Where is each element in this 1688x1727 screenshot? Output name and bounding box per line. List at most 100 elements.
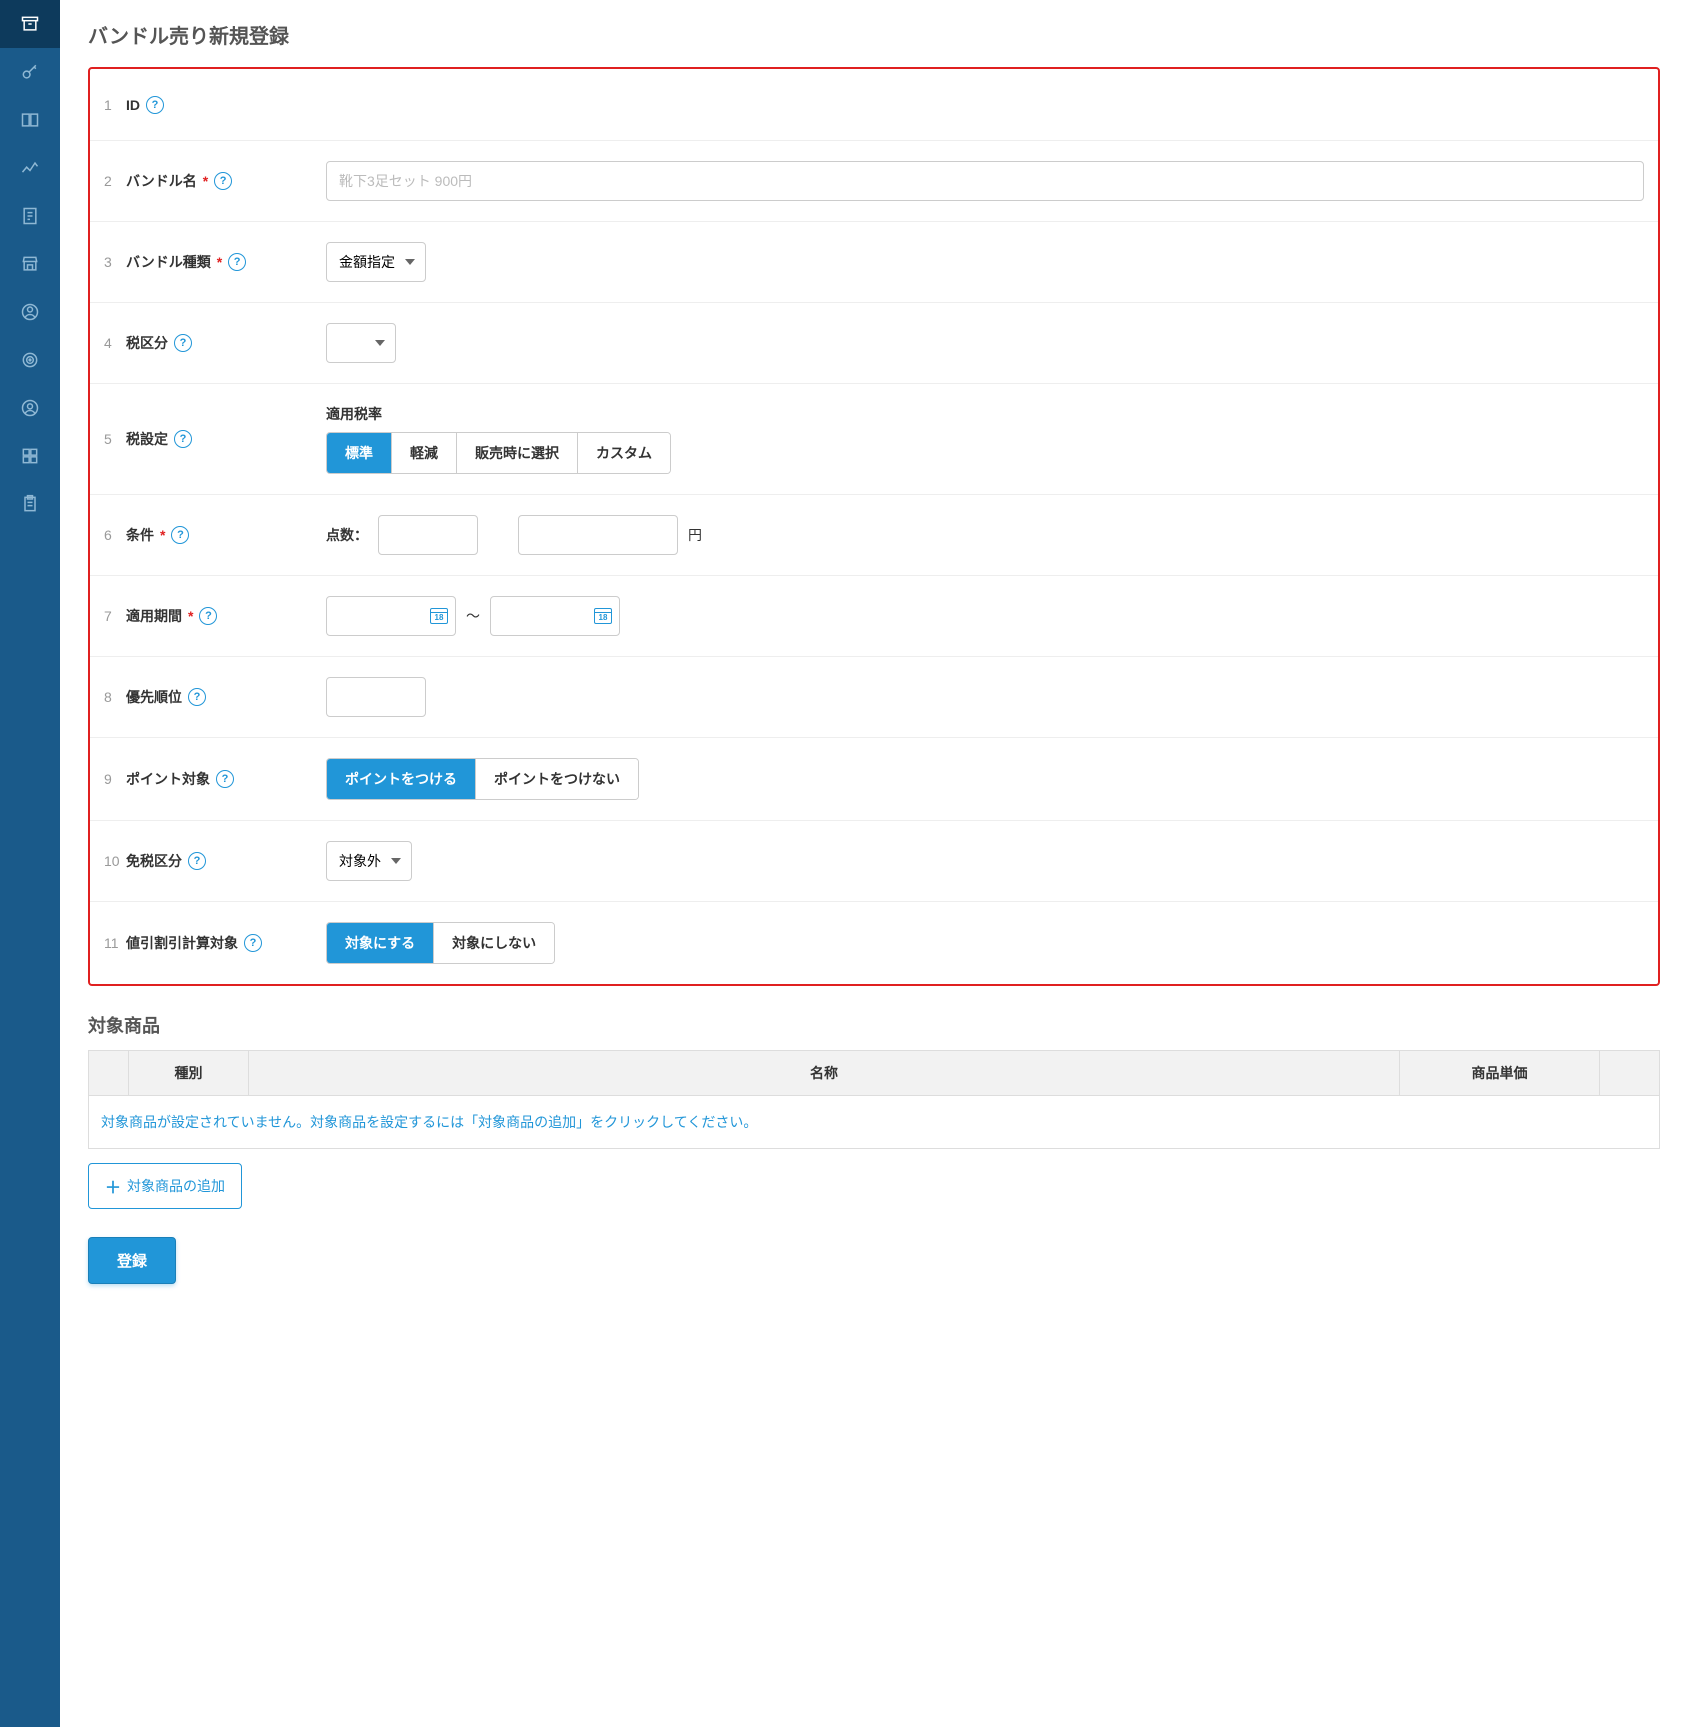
row-label: ID ? xyxy=(126,96,326,114)
row-label: 税設定 ? xyxy=(126,429,326,449)
row-condition: 6 条件* ? 点数： 円 xyxy=(90,495,1658,576)
nav-user[interactable] xyxy=(0,288,60,336)
main-content: バンドル売り新規登録 1 ID ? 2 バンドル名* ? xyxy=(60,0,1688,1727)
products-table: 種別 名称 商品単価 xyxy=(88,1050,1660,1096)
tax-custom-button[interactable]: カスタム xyxy=(578,433,670,473)
priority-input[interactable] xyxy=(326,677,426,717)
row-num: 6 xyxy=(104,527,126,543)
help-icon[interactable]: ? xyxy=(228,253,246,271)
period-end-input[interactable] xyxy=(490,596,620,636)
count-label: 点数： xyxy=(326,525,368,545)
nav-target[interactable] xyxy=(0,336,60,384)
row-input: 適用税率 標準 軽減 販売時に選択 カスタム xyxy=(326,404,1644,474)
label-text: 税設定 xyxy=(126,429,168,449)
nav-store[interactable] xyxy=(0,240,60,288)
row-input: 対象にする 対象にしない xyxy=(326,922,1644,964)
required-mark: * xyxy=(188,608,193,624)
nav-book[interactable] xyxy=(0,96,60,144)
row-num: 7 xyxy=(104,608,126,624)
row-bundle-type: 3 バンドル種類* ? 金額指定 xyxy=(90,222,1658,303)
bundle-name-input[interactable] xyxy=(326,161,1644,201)
condition-count-input[interactable] xyxy=(378,515,478,555)
discount-no-button[interactable]: 対象にしない xyxy=(434,923,554,963)
row-label: 値引割引計算対象 ? xyxy=(126,933,326,953)
help-icon[interactable]: ? xyxy=(171,526,189,544)
form-container: 1 ID ? 2 バンドル名* ? 3 xyxy=(88,67,1660,986)
col-type: 種別 xyxy=(129,1051,249,1096)
required-mark: * xyxy=(160,527,165,543)
taxfree-select[interactable]: 対象外 xyxy=(326,841,412,881)
row-input: 点数： 円 xyxy=(326,515,1644,555)
nav-key[interactable] xyxy=(0,48,60,96)
col-action xyxy=(1600,1051,1660,1096)
row-tax-category: 4 税区分 ? xyxy=(90,303,1658,384)
nav-account[interactable] xyxy=(0,384,60,432)
discount-yes-button[interactable]: 対象にする xyxy=(327,923,434,963)
row-period: 7 適用期間 * ? 18 〜 18 xyxy=(90,576,1658,657)
label-text: ポイント対象 xyxy=(126,769,210,789)
row-label: 税区分 ? xyxy=(126,333,326,353)
label-text: ID xyxy=(126,97,140,113)
row-input: ポイントをつける ポイントをつけない xyxy=(326,758,1644,800)
row-bundle-name: 2 バンドル名* ? xyxy=(90,141,1658,222)
help-icon[interactable]: ? xyxy=(199,607,217,625)
row-input: 18 〜 18 xyxy=(326,596,1644,636)
nav-receipt[interactable] xyxy=(0,192,60,240)
row-point: 9 ポイント対象 ? ポイントをつける ポイントをつけない xyxy=(90,738,1658,821)
condition-price-input[interactable] xyxy=(518,515,678,555)
row-num: 4 xyxy=(104,335,126,351)
help-icon[interactable]: ? xyxy=(244,934,262,952)
tax-standard-button[interactable]: 標準 xyxy=(327,433,392,473)
row-input: 金額指定 xyxy=(326,242,1644,282)
point-no-button[interactable]: ポイントをつけない xyxy=(476,759,638,799)
row-label: ポイント対象 ? xyxy=(126,769,326,789)
label-text: 優先順位 xyxy=(126,687,182,707)
help-icon[interactable]: ? xyxy=(188,688,206,706)
products-empty-message: 対象商品が設定されていません。対象商品を設定するには「対象商品の追加」をクリック… xyxy=(88,1096,1660,1149)
yen-label: 円 xyxy=(688,525,702,545)
nav-archive[interactable] xyxy=(0,0,60,48)
nav-analytics[interactable] xyxy=(0,144,60,192)
row-label: バンドル名* ? xyxy=(126,171,326,191)
period-start-input[interactable] xyxy=(326,596,456,636)
row-num: 9 xyxy=(104,771,126,787)
label-text: 税区分 xyxy=(126,333,168,353)
plus-icon: ＋ xyxy=(105,1174,121,1198)
tax-category-select[interactable] xyxy=(326,323,396,363)
help-icon[interactable]: ? xyxy=(146,96,164,114)
row-num: 10 xyxy=(104,853,126,869)
row-num: 1 xyxy=(104,97,126,113)
products-section-title: 対象商品 xyxy=(88,1012,1660,1038)
help-icon[interactable]: ? xyxy=(174,334,192,352)
row-input xyxy=(326,323,1644,363)
row-priority: 8 優先順位 ? xyxy=(90,657,1658,738)
label-text: バンドル種類 xyxy=(126,252,211,272)
add-product-button[interactable]: ＋ 対象商品の追加 xyxy=(88,1163,242,1209)
submit-button[interactable]: 登録 xyxy=(88,1237,176,1284)
col-price: 商品単価 xyxy=(1400,1051,1600,1096)
help-icon[interactable]: ? xyxy=(174,430,192,448)
tax-reduced-button[interactable]: 軽減 xyxy=(392,433,457,473)
sub-label: 適用税率 xyxy=(326,404,1644,424)
tax-rate-group: 標準 軽減 販売時に選択 カスタム xyxy=(326,432,671,474)
tax-on-sale-button[interactable]: 販売時に選択 xyxy=(457,433,578,473)
point-yes-button[interactable]: ポイントをつける xyxy=(327,759,476,799)
add-product-label: 対象商品の追加 xyxy=(127,1176,225,1196)
row-label: 優先順位 ? xyxy=(126,687,326,707)
help-icon[interactable]: ? xyxy=(216,770,234,788)
row-label: バンドル種類* ? xyxy=(126,252,326,272)
nav-clipboard[interactable] xyxy=(0,480,60,528)
bundle-type-select[interactable]: 金額指定 xyxy=(326,242,426,282)
row-num: 8 xyxy=(104,689,126,705)
col-check xyxy=(89,1051,129,1096)
label-text: 免税区分 xyxy=(126,851,182,871)
label-text: 値引割引計算対象 xyxy=(126,933,238,953)
nav-grid[interactable] xyxy=(0,432,60,480)
help-icon[interactable]: ? xyxy=(214,172,232,190)
row-input xyxy=(326,161,1644,201)
help-icon[interactable]: ? xyxy=(188,852,206,870)
label-text: 適用期間 xyxy=(126,606,182,626)
row-id: 1 ID ? xyxy=(90,69,1658,141)
page-title: バンドル売り新規登録 xyxy=(88,20,1660,49)
period-separator: 〜 xyxy=(466,606,480,626)
